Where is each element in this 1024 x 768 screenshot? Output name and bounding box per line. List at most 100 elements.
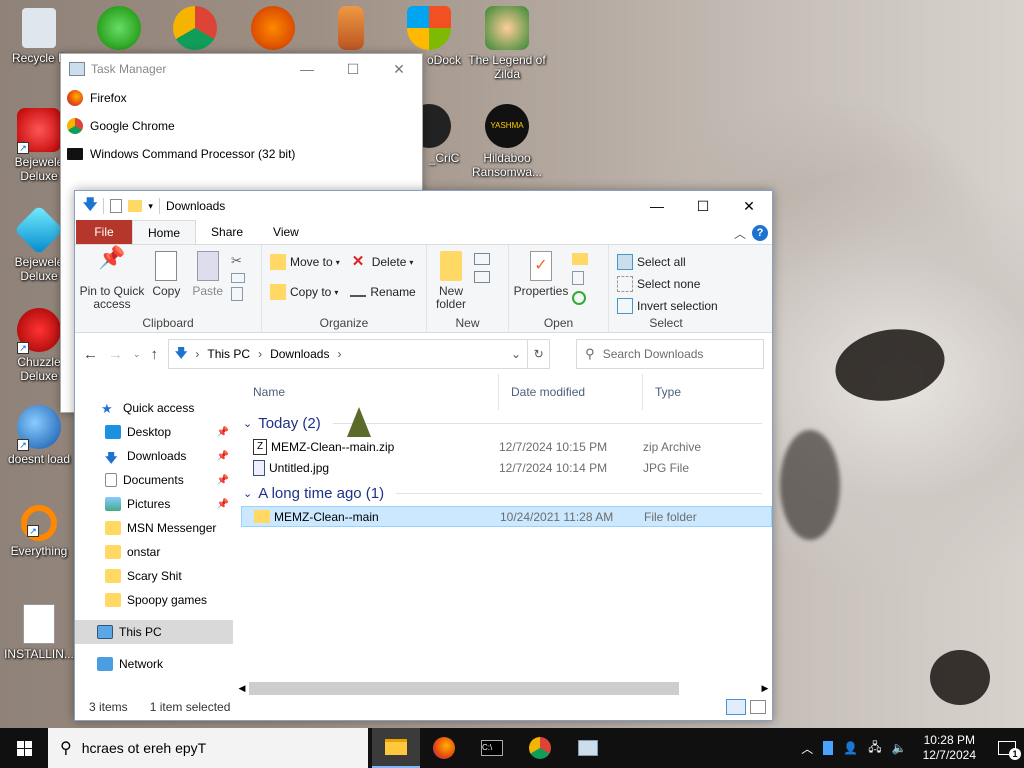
bookmark-app-icon[interactable] xyxy=(312,6,390,53)
properties-quick-icon[interactable] xyxy=(110,199,123,213)
selection-count: 1 item selected xyxy=(149,700,231,714)
new-folder-button[interactable]: New folder xyxy=(431,251,471,311)
taskbar-task-manager[interactable] xyxy=(564,728,612,768)
file-explorer-window[interactable]: 🡇 ▾ Downloads — ☐ ✕ File Home Share View… xyxy=(74,190,773,721)
select-all-button[interactable]: Select all xyxy=(617,251,719,273)
nav-item-documents[interactable]: Documents 📌 xyxy=(75,468,233,492)
list-item[interactable]: Untitled.jpg 12/7/2024 10:14 PM JPG File xyxy=(241,457,772,478)
column-name[interactable]: Name xyxy=(241,374,499,410)
close-button[interactable]: ✕ xyxy=(726,198,772,215)
column-date-modified[interactable]: Date modified xyxy=(499,374,643,410)
minimize-button[interactable]: — xyxy=(634,198,680,215)
network-tray-icon[interactable]: 🖧 xyxy=(868,738,881,759)
taskbar-command-prompt[interactable]: C:\ xyxy=(468,728,516,768)
group-header-long-time-ago[interactable]: ⌄ A long time ago (1) xyxy=(241,480,772,506)
invert-selection-button[interactable]: Invert selection xyxy=(617,295,719,317)
people-tray-icon[interactable]: 👤 xyxy=(843,741,858,755)
list-item[interactable]: Z MEMZ-Clean--main.zip 12/7/2024 10:15 PM… xyxy=(241,436,772,457)
nav-this-pc[interactable]: This PC xyxy=(75,620,233,644)
msn-people-icon[interactable] xyxy=(80,6,158,53)
explorer-titlebar[interactable]: 🡇 ▾ Downloads — ☐ ✕ xyxy=(75,191,772,221)
new-item-icon[interactable] xyxy=(474,253,491,265)
copy-button[interactable]: Copy xyxy=(148,251,184,298)
back-arrow-icon[interactable]: ← xyxy=(83,346,98,363)
move-to-button[interactable]: Move to ▾ xyxy=(270,251,340,273)
history-icon[interactable] xyxy=(572,291,587,305)
breadcrumb-downloads[interactable]: Downloads xyxy=(270,347,329,361)
refresh-icon[interactable]: ↻ xyxy=(528,339,551,369)
copy-path-icon[interactable] xyxy=(231,273,246,283)
nav-item-desktop[interactable]: Desktop 📌 xyxy=(75,420,233,444)
edit-icon[interactable] xyxy=(572,271,585,285)
customize-qat-chevron-icon[interactable]: ▾ xyxy=(148,201,153,212)
maximize-button[interactable]: ☐ xyxy=(680,198,726,215)
details-view-icon[interactable] xyxy=(726,699,746,715)
pin-to-quick-access-button[interactable]: 📌 Pin to Quick access xyxy=(79,247,145,311)
large-icons-view-icon[interactable] xyxy=(750,700,766,714)
taskbar-search-input[interactable]: ⚲ hcraes ot ereh epyT xyxy=(48,728,368,768)
desktop-icon-everything[interactable]: ↗ Everything xyxy=(0,505,78,558)
desktop-icon-installing[interactable]: INSTALLIN... xyxy=(0,604,78,661)
column-type[interactable]: Type xyxy=(643,374,681,410)
nav-item-msn-messenger[interactable]: MSN Messenger xyxy=(75,516,233,540)
taskbar-chrome[interactable] xyxy=(516,728,564,768)
paste-button[interactable]: Paste xyxy=(188,251,228,298)
quick-access-down-arrow-icon[interactable]: 🡇 xyxy=(83,194,97,218)
forward-arrow-icon[interactable]: → xyxy=(108,346,123,363)
address-dropdown-chevron-icon[interactable]: ⌄ xyxy=(511,347,521,361)
new-folder-quick-icon[interactable] xyxy=(128,200,143,212)
nav-item-scary-shit[interactable]: Scary Shit xyxy=(75,564,233,588)
nav-item-downloads[interactable]: 🡇 Downloads 📌 xyxy=(75,444,233,468)
list-item[interactable]: MEMZ-Clean--main 10/24/2021 11:28 AM Fil… xyxy=(241,506,772,527)
battery-tray-icon[interactable] xyxy=(823,741,834,755)
task-manager-titlebar[interactable]: Task Manager — ☐ ✕ xyxy=(61,54,422,84)
desktop-icon-doesnt-load[interactable]: ↗ doesnt load xyxy=(0,405,78,466)
taskbar-file-explorer[interactable] xyxy=(372,728,420,768)
clock[interactable]: 10:28 PM 12/7/2024 xyxy=(917,733,982,763)
delete-button[interactable]: ✕ Delete ▾ xyxy=(352,251,414,273)
nav-network[interactable]: Network xyxy=(75,652,233,676)
nav-quick-access[interactable]: ★ Quick access xyxy=(75,396,233,420)
taskbar-firefox[interactable] xyxy=(420,728,468,768)
show-hidden-icons-chevron-icon[interactable]: ︿ xyxy=(801,740,813,757)
tab-home[interactable]: Home xyxy=(132,220,197,244)
properties-button[interactable]: ✓ Properties xyxy=(513,251,569,298)
p-app-icon[interactable] xyxy=(234,6,312,53)
maximize-button[interactable]: ☐ xyxy=(330,61,376,78)
paste-shortcut-icon[interactable] xyxy=(231,287,244,301)
open-icon[interactable] xyxy=(572,253,589,265)
close-button[interactable]: ✕ xyxy=(376,61,422,78)
process-row-firefox[interactable]: Firefox xyxy=(61,84,422,112)
tab-share[interactable]: Share xyxy=(196,220,258,244)
rename-button[interactable]: Rename xyxy=(350,281,416,303)
nav-item-pictures[interactable]: Pictures 📌 xyxy=(75,492,233,516)
breadcrumb-this-pc[interactable]: This PC xyxy=(207,347,250,361)
volume-icon[interactable]: 🔈 xyxy=(892,741,907,755)
address-bar[interactable]: 🡇 › This PC › Downloads › ⌄ xyxy=(168,339,529,369)
process-row-chrome[interactable]: Google Chrome xyxy=(61,112,422,140)
nav-item-spoopy-games[interactable]: Spoopy games xyxy=(75,588,233,612)
notification-center-icon[interactable]: 1 xyxy=(998,741,1021,760)
recent-locations-chevron-icon[interactable]: ⌄ xyxy=(133,349,141,360)
search-input[interactable]: ⚲ Search Downloads xyxy=(576,339,764,369)
help-icon[interactable]: ? xyxy=(752,225,768,241)
minimize-button[interactable]: — xyxy=(284,61,330,78)
firefox-icon xyxy=(433,737,455,759)
collapse-ribbon-chevron-icon[interactable]: ︿ xyxy=(734,225,746,242)
start-button[interactable] xyxy=(0,728,48,768)
copy-to-button[interactable]: Copy to ▾ xyxy=(270,281,338,303)
up-arrow-icon[interactable]: ↑ xyxy=(151,346,159,363)
cut-icon[interactable]: ✂ xyxy=(231,253,245,269)
scroll-left-icon[interactable]: ◀ xyxy=(235,683,249,694)
desktop-icon-hildaboo[interactable]: YASHMA Hildaboo Ransomwa... xyxy=(468,104,546,179)
tab-file[interactable]: File xyxy=(76,220,132,244)
easy-access-icon[interactable] xyxy=(474,271,491,283)
select-none-button[interactable]: Select none xyxy=(617,273,719,295)
nav-item-onstar[interactable]: onstar xyxy=(75,540,233,564)
group-header-today[interactable]: ⌄ Today (2) xyxy=(241,410,772,436)
tab-view[interactable]: View xyxy=(258,220,314,244)
chrome-desktop-icon[interactable] xyxy=(156,6,234,53)
scroll-right-icon[interactable]: ▶ xyxy=(758,683,772,694)
process-row-cmd[interactable]: Windows Command Processor (32 bit) xyxy=(61,140,422,168)
desktop-icon-legend-of-zilda[interactable]: The Legend of Zilda xyxy=(468,6,546,81)
